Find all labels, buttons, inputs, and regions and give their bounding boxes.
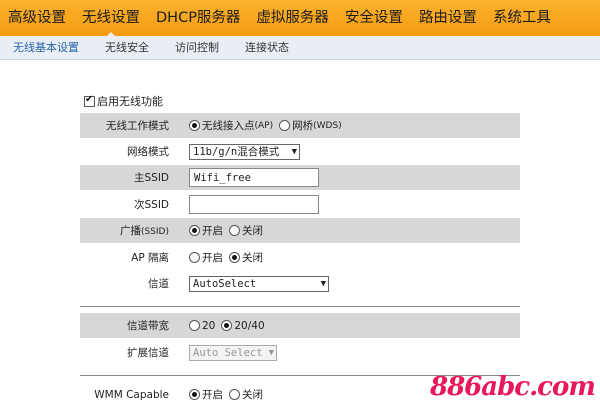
ext-channel-value: Auto Select <box>193 346 263 359</box>
tab-wireless-basic[interactable]: 无线基本设置 <box>0 36 92 60</box>
sub-nav: 无线基本设置 无线安全 访问控制 连接状态 <box>0 36 600 60</box>
row-channel: 信道 AutoSelect ▼ <box>80 271 520 296</box>
ap-isolation-off-option[interactable]: 关闭 <box>229 250 263 265</box>
chevron-down-icon: ▼ <box>320 278 326 289</box>
tab-connection-status[interactable]: 连接状态 <box>232 36 302 60</box>
bandwidth-20-option[interactable]: 20 <box>189 320 215 332</box>
row-secondary-ssid: 次SSID <box>80 192 520 217</box>
ext-channel-select[interactable]: Auto Select ▼ <box>189 344 277 361</box>
radio-icon[interactable] <box>189 389 200 400</box>
chevron-down-icon: ▼ <box>268 347 274 358</box>
ext-channel-label: 扩展信道 <box>127 347 169 359</box>
enable-wireless-row: 启用无线功能 <box>84 94 163 108</box>
radio-icon[interactable] <box>189 225 200 236</box>
radio-icon[interactable] <box>279 120 291 131</box>
primary-ssid-input[interactable]: Wifi_free <box>189 168 319 187</box>
nav-virtual-server[interactable]: 虚拟服务器 <box>248 0 337 36</box>
row-broadcast-ssid: 广播(SSID) 开启 关闭 <box>80 218 520 243</box>
secondary-ssid-input[interactable] <box>189 195 319 214</box>
broadcast-label: 广播(SSID) <box>80 223 170 238</box>
radio-icon[interactable] <box>189 252 200 263</box>
broadcast-label-text: 广播 <box>119 225 141 237</box>
section-divider <box>80 306 520 307</box>
bandwidth-2040-option[interactable]: 20/40 <box>221 319 265 332</box>
bandwidth-20-label: 20 <box>202 319 216 332</box>
channel-label: 信道 <box>148 278 169 290</box>
radio-icon[interactable] <box>189 120 200 131</box>
mode-wds-sub: (WDS) <box>313 120 342 131</box>
mode-wds-option[interactable]: 网桥 (WDS) <box>279 118 342 133</box>
bandwidth-label: 信道带宽 <box>127 320 169 332</box>
wmm-on-option[interactable]: 开启 <box>189 387 223 402</box>
row-primary-ssid: 主SSID Wifi_free <box>80 165 520 190</box>
mode-ap-label: 无线接入点 <box>202 120 255 132</box>
broadcast-off-option[interactable]: 关闭 <box>229 223 263 238</box>
radio-icon[interactable] <box>229 252 240 263</box>
row-wireless-mode: 无线工作模式 无线接入点 (AP) 网桥 (WDS) <box>80 113 520 138</box>
enable-wireless-label: 启用无线功能 <box>97 95 163 108</box>
wmm-label: WMM Capable <box>94 388 169 401</box>
top-nav: 高级设置 无线设置 DHCP服务器 虚拟服务器 安全设置 路由设置 系统工具 <box>0 0 600 37</box>
nav-advanced[interactable]: 高级设置 <box>0 0 74 36</box>
nav-system-tools[interactable]: 系统工具 <box>485 0 559 36</box>
radio-icon[interactable] <box>229 389 240 400</box>
wmm-off-option[interactable]: 关闭 <box>229 387 263 402</box>
settings-form: 启用无线功能 无线工作模式 无线接入点(AP) 网桥(WDS) 网络模式 11b… <box>0 61 600 403</box>
mode-wds-label: 网桥 <box>292 120 314 132</box>
broadcast-label-sub: (SSID) <box>140 227 169 237</box>
primary-ssid-label: 主SSID <box>133 172 169 184</box>
row-network-mode: 网络模式 11b/g/n混合模式 ▼ <box>80 139 520 164</box>
wireless-mode-label: 无线工作模式 <box>106 120 169 132</box>
channel-value: AutoSelect <box>193 277 257 290</box>
ap-isolation-on-label: 开启 <box>202 252 223 264</box>
network-mode-select[interactable]: 11b/g/n混合模式 ▼ <box>189 143 300 160</box>
broadcast-off-label: 关闭 <box>242 225 263 237</box>
row-channel-bandwidth: 信道带宽 20 20/40 <box>80 313 520 338</box>
ap-isolation-off-label: 关闭 <box>242 252 263 264</box>
network-mode-label: 网络模式 <box>127 146 169 158</box>
wmm-off-label: 关闭 <box>242 389 263 401</box>
watermark-logo: 886abc.com <box>430 372 596 402</box>
ap-isolation-on-option[interactable]: 开启 <box>189 250 223 265</box>
broadcast-on-option[interactable]: 开启 <box>189 223 223 238</box>
ap-isolation-label: AP 隔离 <box>131 252 169 264</box>
secondary-ssid-label: 次SSID <box>133 199 169 211</box>
radio-icon[interactable] <box>189 320 200 331</box>
radio-icon[interactable] <box>221 320 233 331</box>
wmm-on-label: 开启 <box>202 389 223 401</box>
mode-ap-sub: (AP) <box>254 120 274 131</box>
row-ap-isolation: AP 隔离 开启 关闭 <box>80 245 520 270</box>
bandwidth-2040-label: 20/40 <box>234 319 265 332</box>
tab-access-control[interactable]: 访问控制 <box>162 36 232 60</box>
radio-icon[interactable] <box>229 225 240 236</box>
network-mode-value: 11b/g/n混合模式 <box>193 146 280 158</box>
row-extension-channel: 扩展信道 Auto Select ▼ <box>80 340 520 365</box>
nav-dhcp[interactable]: DHCP服务器 <box>148 0 248 36</box>
nav-security[interactable]: 安全设置 <box>337 0 411 36</box>
tab-wireless-security[interactable]: 无线安全 <box>92 36 162 60</box>
channel-select[interactable]: AutoSelect ▼ <box>189 275 329 292</box>
nav-wireless[interactable]: 无线设置 <box>74 0 148 37</box>
enable-wireless-checkbox[interactable] <box>84 94 95 107</box>
broadcast-on-label: 开启 <box>202 225 223 237</box>
chevron-down-icon: ▼ <box>291 146 297 157</box>
nav-routing[interactable]: 路由设置 <box>411 0 485 36</box>
mode-ap-option[interactable]: 无线接入点 (AP) <box>189 118 273 133</box>
